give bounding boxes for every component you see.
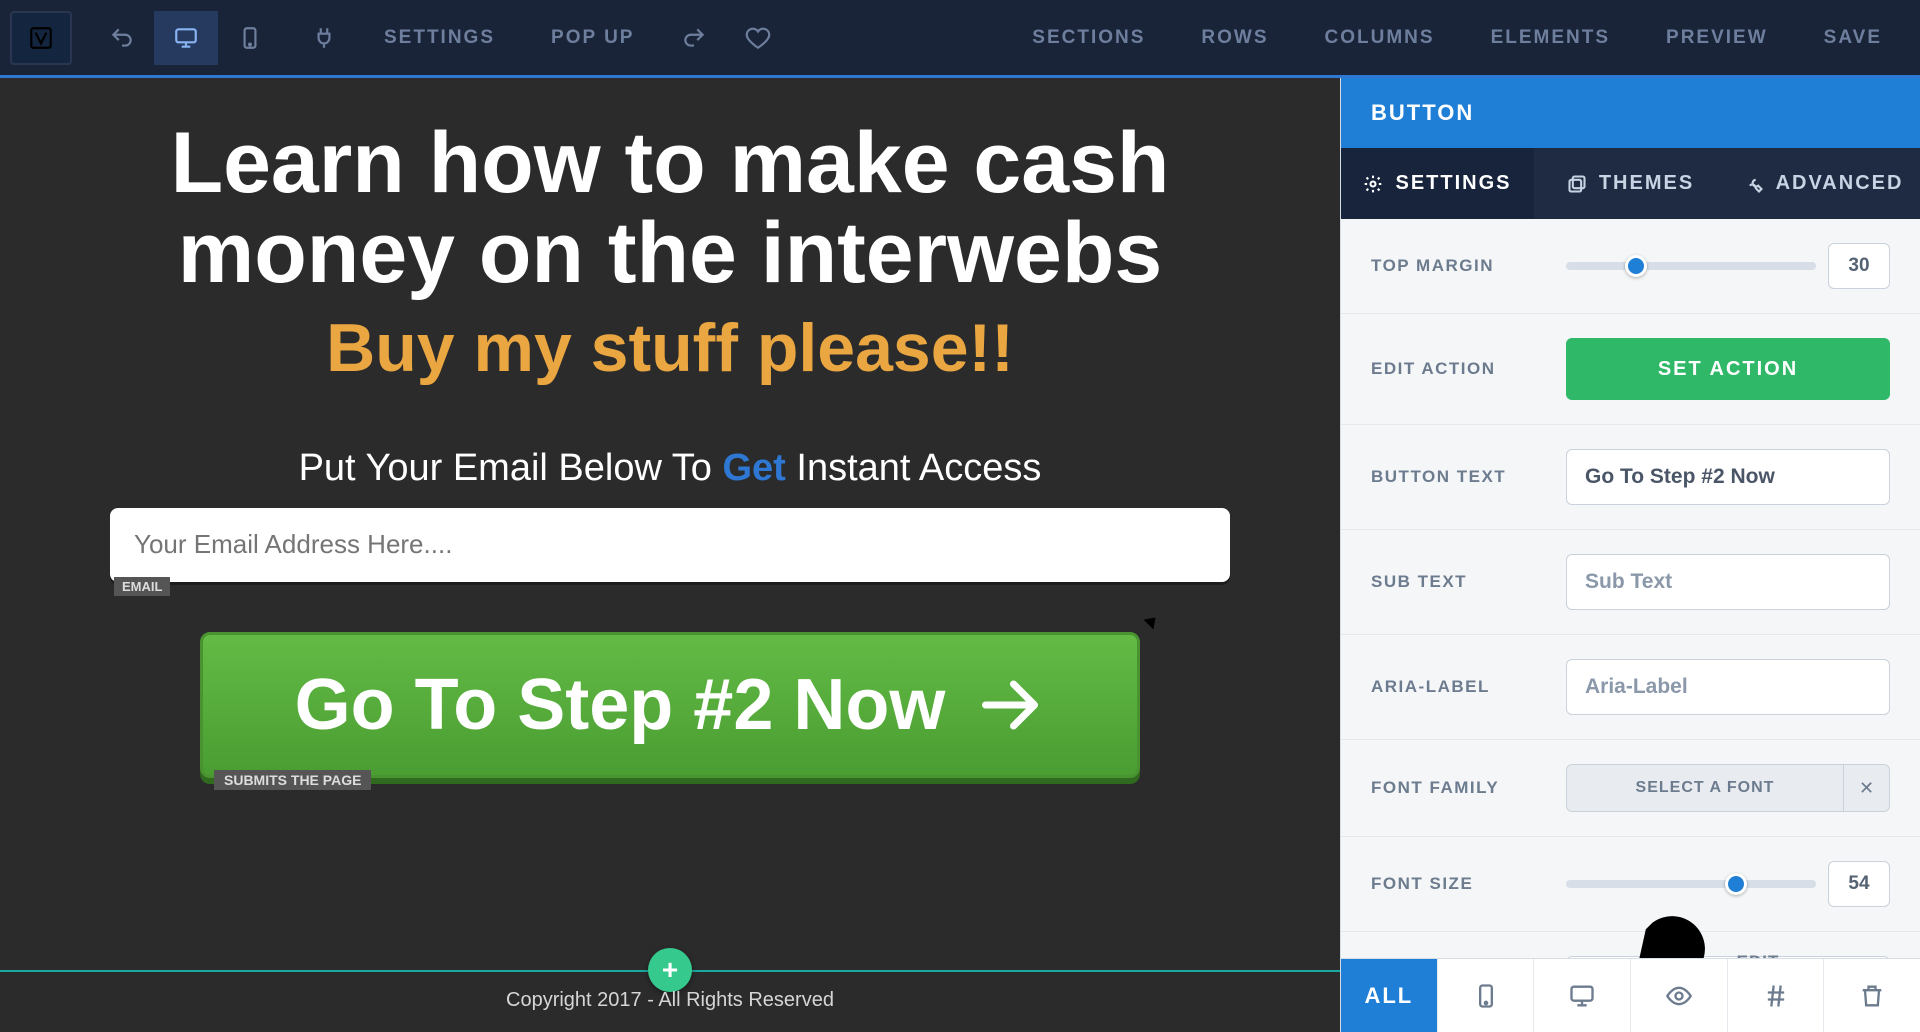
mobile-view-toggle[interactable] — [218, 11, 282, 65]
lead-text[interactable]: Put Your Email Below To Get Instant Acce… — [50, 447, 1290, 490]
prop-edit-action: EDIT ACTION SET ACTION — [1341, 314, 1920, 425]
tab-themes-label: THEMES — [1599, 172, 1694, 195]
button-text-field[interactable] — [1566, 449, 1890, 505]
prop-top-margin: TOP MARGIN 30 — [1341, 219, 1920, 314]
arrow-right-icon — [975, 670, 1045, 740]
add-section-button[interactable]: + — [648, 948, 692, 992]
prop-font-family-label: FONT FAMILY — [1371, 778, 1546, 798]
dock-delete[interactable] — [1824, 959, 1920, 1032]
popup-button[interactable]: POP UP — [523, 11, 662, 65]
top-margin-value[interactable]: 30 — [1828, 243, 1890, 289]
prop-button-text-label: BUTTON TEXT — [1371, 467, 1546, 487]
panel-dock: ALL — [1341, 958, 1920, 1032]
columns-button[interactable]: COLUMNS — [1297, 11, 1463, 65]
desktop-view-toggle[interactable] — [154, 11, 218, 65]
link-icon — [1567, 903, 1725, 958]
dock-desktop[interactable] — [1534, 959, 1631, 1032]
tab-themes[interactable]: THEMES — [1534, 148, 1727, 219]
lead-post: Instant Access — [786, 447, 1042, 489]
prop-font-size-label: FONT SIZE — [1371, 874, 1546, 894]
tab-advanced[interactable]: ADVANCED — [1727, 148, 1920, 219]
sections-button[interactable]: SECTIONS — [1004, 11, 1173, 65]
settings-button[interactable]: SETTINGS — [356, 11, 523, 65]
dock-id[interactable] — [1728, 959, 1825, 1032]
lead-pre: Put Your Email Below To — [299, 447, 723, 489]
copyright-text[interactable]: Copyright 2017 - All Rights Reserved — [0, 989, 1340, 1012]
properties-panel: BUTTON SETTINGS THEMES ADVANCED TOP MARG… — [1340, 78, 1920, 1032]
top-margin-slider[interactable] — [1566, 262, 1816, 270]
save-button[interactable]: SAVE — [1796, 11, 1910, 65]
aria-label-field[interactable] — [1566, 659, 1890, 715]
desktop-icon — [1568, 982, 1596, 1010]
prop-sub-text-label: SUB TEXT — [1371, 572, 1546, 592]
elements-button[interactable]: ELEMENTS — [1463, 11, 1638, 65]
prop-edit-action-label: EDIT ACTION — [1371, 359, 1546, 379]
headline[interactable]: Learn how to make cash money on the inte… — [50, 118, 1290, 299]
mobile-icon — [1472, 982, 1500, 1010]
prop-aria-label-label: ARIA-LABEL — [1371, 677, 1546, 697]
prop-button-text: BUTTON TEXT — [1341, 425, 1920, 530]
sub-text-field[interactable] — [1566, 554, 1890, 610]
trash-icon — [1858, 982, 1886, 1010]
set-action-button[interactable]: SET ACTION — [1566, 338, 1890, 400]
font-size-slider[interactable] — [1566, 880, 1816, 888]
dock-all[interactable]: ALL — [1341, 959, 1438, 1032]
redo-button[interactable] — [662, 11, 726, 65]
panel-tabs: SETTINGS THEMES ADVANCED — [1341, 148, 1920, 219]
prop-top-margin-label: TOP MARGIN — [1371, 256, 1546, 276]
topbar: SETTINGS POP UP SECTIONS ROWS COLUMNS EL… — [0, 0, 1920, 78]
tab-settings[interactable]: SETTINGS — [1341, 148, 1534, 219]
app-logo[interactable] — [10, 11, 72, 65]
themes-icon — [1567, 174, 1587, 194]
editor-canvas[interactable]: Learn how to make cash money on the inte… — [0, 78, 1340, 1032]
font-family-select[interactable]: SELECT A FONT — [1566, 764, 1844, 812]
panel-title: BUTTON — [1341, 78, 1920, 148]
email-field[interactable] — [110, 508, 1230, 582]
heart-icon[interactable] — [726, 11, 790, 65]
font-size-value[interactable]: 54 — [1828, 861, 1890, 907]
font-family-clear[interactable]: ✕ — [1844, 764, 1890, 812]
prop-sub-text: SUB TEXT — [1341, 530, 1920, 635]
eye-icon — [1665, 982, 1693, 1010]
prop-font-family: FONT FAMILY SELECT A FONT ✕ — [1341, 740, 1920, 837]
prop-mobile-size: MOBILE SIZE EDIT MOBILE SIZE 14PX — [1341, 932, 1920, 958]
plug-icon[interactable] — [292, 11, 356, 65]
undo-button[interactable] — [90, 11, 154, 65]
dock-visibility[interactable] — [1631, 959, 1728, 1032]
tab-advanced-label: ADVANCED — [1776, 172, 1904, 195]
cta-button-label: Go To Step #2 Now — [295, 664, 946, 746]
hash-icon — [1762, 982, 1790, 1010]
dock-mobile[interactable] — [1438, 959, 1535, 1032]
rows-button[interactable]: ROWS — [1173, 11, 1296, 65]
subheadline[interactable]: Buy my stuff please!! — [50, 309, 1290, 387]
prop-aria-label: ARIA-LABEL — [1341, 635, 1920, 740]
email-field-tag: EMAIL — [114, 577, 170, 596]
cta-button[interactable]: Go To Step #2 Now — [200, 632, 1140, 778]
wrench-icon — [1744, 174, 1764, 194]
lead-highlight: Get — [722, 447, 785, 489]
preview-button[interactable]: PREVIEW — [1638, 11, 1796, 65]
gear-icon — [1363, 174, 1383, 194]
tab-settings-label: SETTINGS — [1395, 172, 1511, 195]
cta-button-tag: SUBMITS THE PAGE — [214, 770, 371, 790]
